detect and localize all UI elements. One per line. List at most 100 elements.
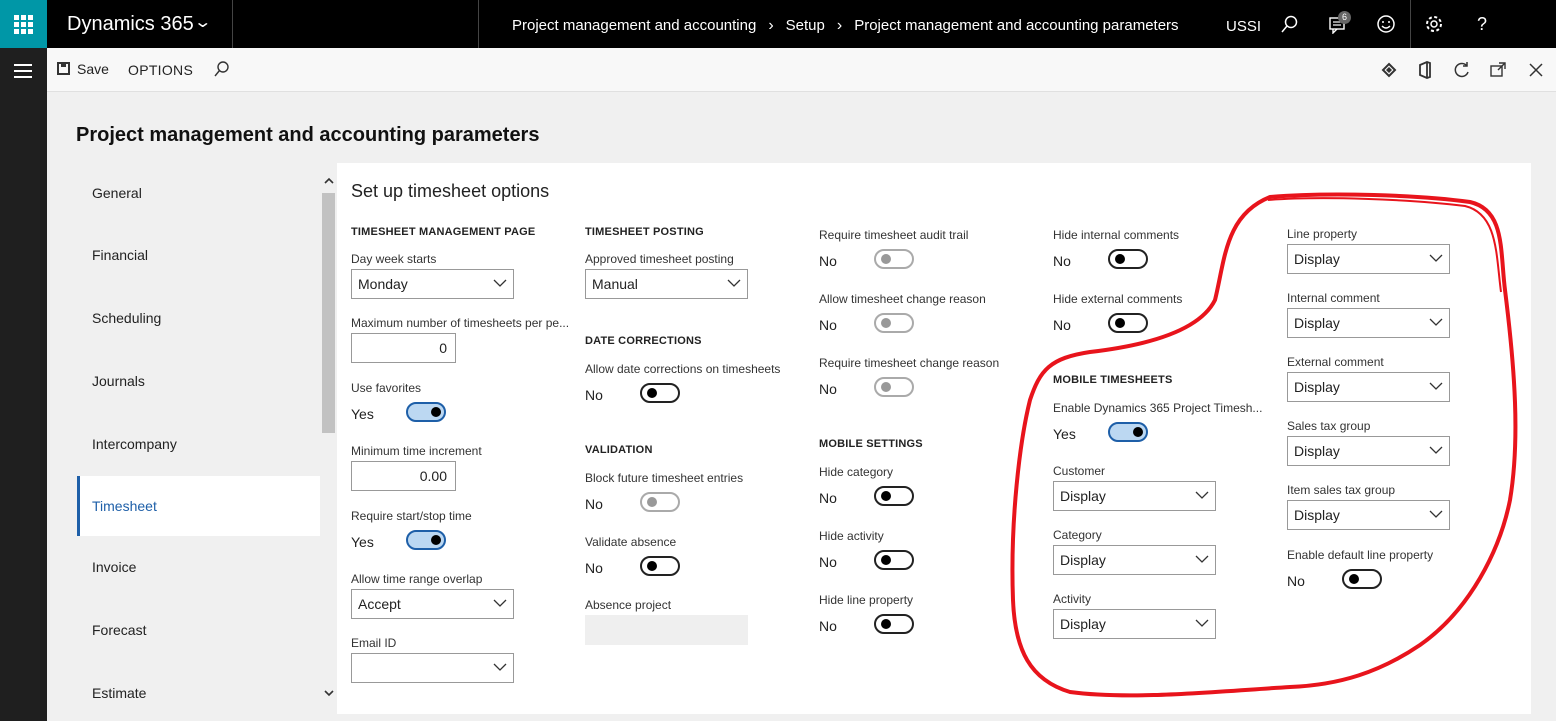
allow-overlap-select[interactable]: Accept <box>351 589 514 619</box>
require-change-reason-toggle[interactable] <box>874 377 914 397</box>
search-icon[interactable] <box>213 60 231 78</box>
scroll-up-icon[interactable] <box>323 175 335 187</box>
divider <box>478 0 479 48</box>
internal-comment-select[interactable]: Display <box>1287 308 1450 338</box>
nav-item-scheduling[interactable]: Scheduling <box>77 288 320 348</box>
field-label: Validate absence <box>585 535 677 549</box>
item-sales-tax-group-select[interactable]: Display <box>1287 500 1450 530</box>
nav-item-intercompany[interactable]: Intercompany <box>77 414 320 474</box>
power-apps-icon[interactable] <box>1379 60 1399 80</box>
line-property-select[interactable]: Display <box>1287 244 1450 274</box>
field-label: Internal comment <box>1287 291 1380 305</box>
breadcrumb-item[interactable]: Project management and accounting <box>512 17 756 34</box>
app-launcher-button[interactable] <box>0 0 47 48</box>
refresh-icon[interactable] <box>1452 60 1472 80</box>
allow-date-corrections-toggle[interactable] <box>640 383 680 403</box>
field-label: Require start/stop time <box>351 509 472 523</box>
chevron-right-icon: › <box>768 17 774 34</box>
timesheet-options-panel: Set up timesheet options TIMESHEET MANAG… <box>337 163 1531 714</box>
breadcrumb-item[interactable]: Setup <box>786 17 825 34</box>
toggle-value: Yes <box>351 406 374 422</box>
nav-item-general[interactable]: General <box>77 163 320 223</box>
validate-absence-toggle[interactable] <box>640 556 680 576</box>
nav-item-estimate[interactable]: Estimate <box>77 663 320 721</box>
notification-count-badge: 6 <box>1338 11 1351 24</box>
absence-project-input <box>585 615 748 645</box>
field-label: Hide category <box>819 465 894 479</box>
block-future-toggle[interactable] <box>640 492 680 512</box>
field-label: Use favorites <box>351 381 422 395</box>
hide-line-property-toggle[interactable] <box>874 614 914 634</box>
save-icon <box>57 62 70 75</box>
navigation-rail <box>0 48 47 721</box>
open-new-window-icon[interactable] <box>1488 60 1508 80</box>
group-header: MOBILE TIMESHEETS <box>1053 374 1173 386</box>
nav-item-invoice[interactable]: Invoice <box>77 537 320 597</box>
hide-external-comments-toggle[interactable] <box>1108 313 1148 333</box>
action-pane: Save OPTIONS <box>47 48 1556 92</box>
external-comment-select[interactable]: Display <box>1287 372 1450 402</box>
max-timesheets-input[interactable]: 0 <box>351 333 456 363</box>
chevron-down-icon <box>1195 555 1209 563</box>
gear-icon[interactable] <box>1424 14 1444 34</box>
require-start-stop-toggle[interactable] <box>406 530 446 550</box>
waffle-icon <box>14 15 33 34</box>
scroll-down-icon[interactable] <box>323 687 335 699</box>
allow-change-reason-toggle[interactable] <box>874 313 914 333</box>
customer-select[interactable]: Display <box>1053 481 1216 511</box>
smiley-feedback-icon[interactable] <box>1376 14 1396 34</box>
enable-mobile-timesheets-toggle[interactable] <box>1108 422 1148 442</box>
company-picker[interactable]: USSI <box>1226 18 1261 35</box>
divider <box>1410 0 1411 48</box>
group-header: VALIDATION <box>585 444 653 456</box>
nav-item-timesheet[interactable]: Timesheet <box>77 476 320 536</box>
search-icon[interactable] <box>1280 14 1300 34</box>
hide-category-toggle[interactable] <box>874 486 914 506</box>
field-label: Absence project <box>585 598 672 612</box>
field-label: Customer <box>1053 464 1106 478</box>
approved-posting-select[interactable]: Manual <box>585 269 748 299</box>
page-title: Project management and accounting parame… <box>76 124 540 146</box>
enable-default-line-property-toggle[interactable] <box>1342 569 1382 589</box>
select-value: Monday <box>358 276 408 292</box>
chevron-down-icon <box>1429 510 1443 518</box>
use-favorites-toggle[interactable] <box>406 402 446 422</box>
select-value: Display <box>1060 616 1106 632</box>
email-id-select[interactable] <box>351 653 514 683</box>
help-icon[interactable]: ? <box>1472 14 1492 34</box>
min-time-increment-input[interactable]: 0.00 <box>351 461 456 491</box>
nav-item-journals[interactable]: Journals <box>77 351 320 411</box>
toggle-value: Yes <box>1053 426 1076 442</box>
group-header: TIMESHEET MANAGEMENT PAGE <box>351 226 536 238</box>
close-icon[interactable] <box>1526 60 1546 80</box>
category-select[interactable]: Display <box>1053 545 1216 575</box>
hamburger-menu-icon[interactable] <box>14 64 32 82</box>
toggle-value: No <box>585 387 603 403</box>
group-header: DATE CORRECTIONS <box>585 335 702 347</box>
section-title: Set up timesheet options <box>351 181 550 201</box>
app-brand-name[interactable]: Dynamics 365 <box>67 13 194 36</box>
nav-scrollbar[interactable] <box>320 163 337 721</box>
chevron-down-icon <box>493 663 507 671</box>
audit-trail-toggle[interactable] <box>874 249 914 269</box>
group-header: TIMESHEET POSTING <box>585 226 704 238</box>
hide-activity-toggle[interactable] <box>874 550 914 570</box>
hide-internal-comments-toggle[interactable] <box>1108 249 1148 269</box>
day-week-starts-select[interactable]: Monday <box>351 269 514 299</box>
breadcrumb-item[interactable]: Project management and accounting parame… <box>854 17 1178 34</box>
nav-item-financial[interactable]: Financial <box>77 225 320 285</box>
parameters-nav-list: General Financial Scheduling Journals In… <box>77 163 320 721</box>
field-label: Line property <box>1287 227 1358 241</box>
sales-tax-group-select[interactable]: Display <box>1287 436 1450 466</box>
scrollbar-thumb[interactable] <box>322 193 335 433</box>
office-icon[interactable] <box>1415 60 1435 80</box>
field-label: Approved timesheet posting <box>585 252 734 266</box>
options-tab[interactable]: OPTIONS <box>128 62 193 78</box>
nav-item-forecast[interactable]: Forecast <box>77 600 320 660</box>
save-button[interactable]: Save <box>57 61 109 77</box>
select-value: Display <box>1294 251 1340 267</box>
field-label: Allow timesheet change reason <box>819 292 986 306</box>
chevron-down-icon[interactable]: ⌄ <box>193 12 212 32</box>
activity-select[interactable]: Display <box>1053 609 1216 639</box>
toggle-value: Yes <box>351 534 374 550</box>
